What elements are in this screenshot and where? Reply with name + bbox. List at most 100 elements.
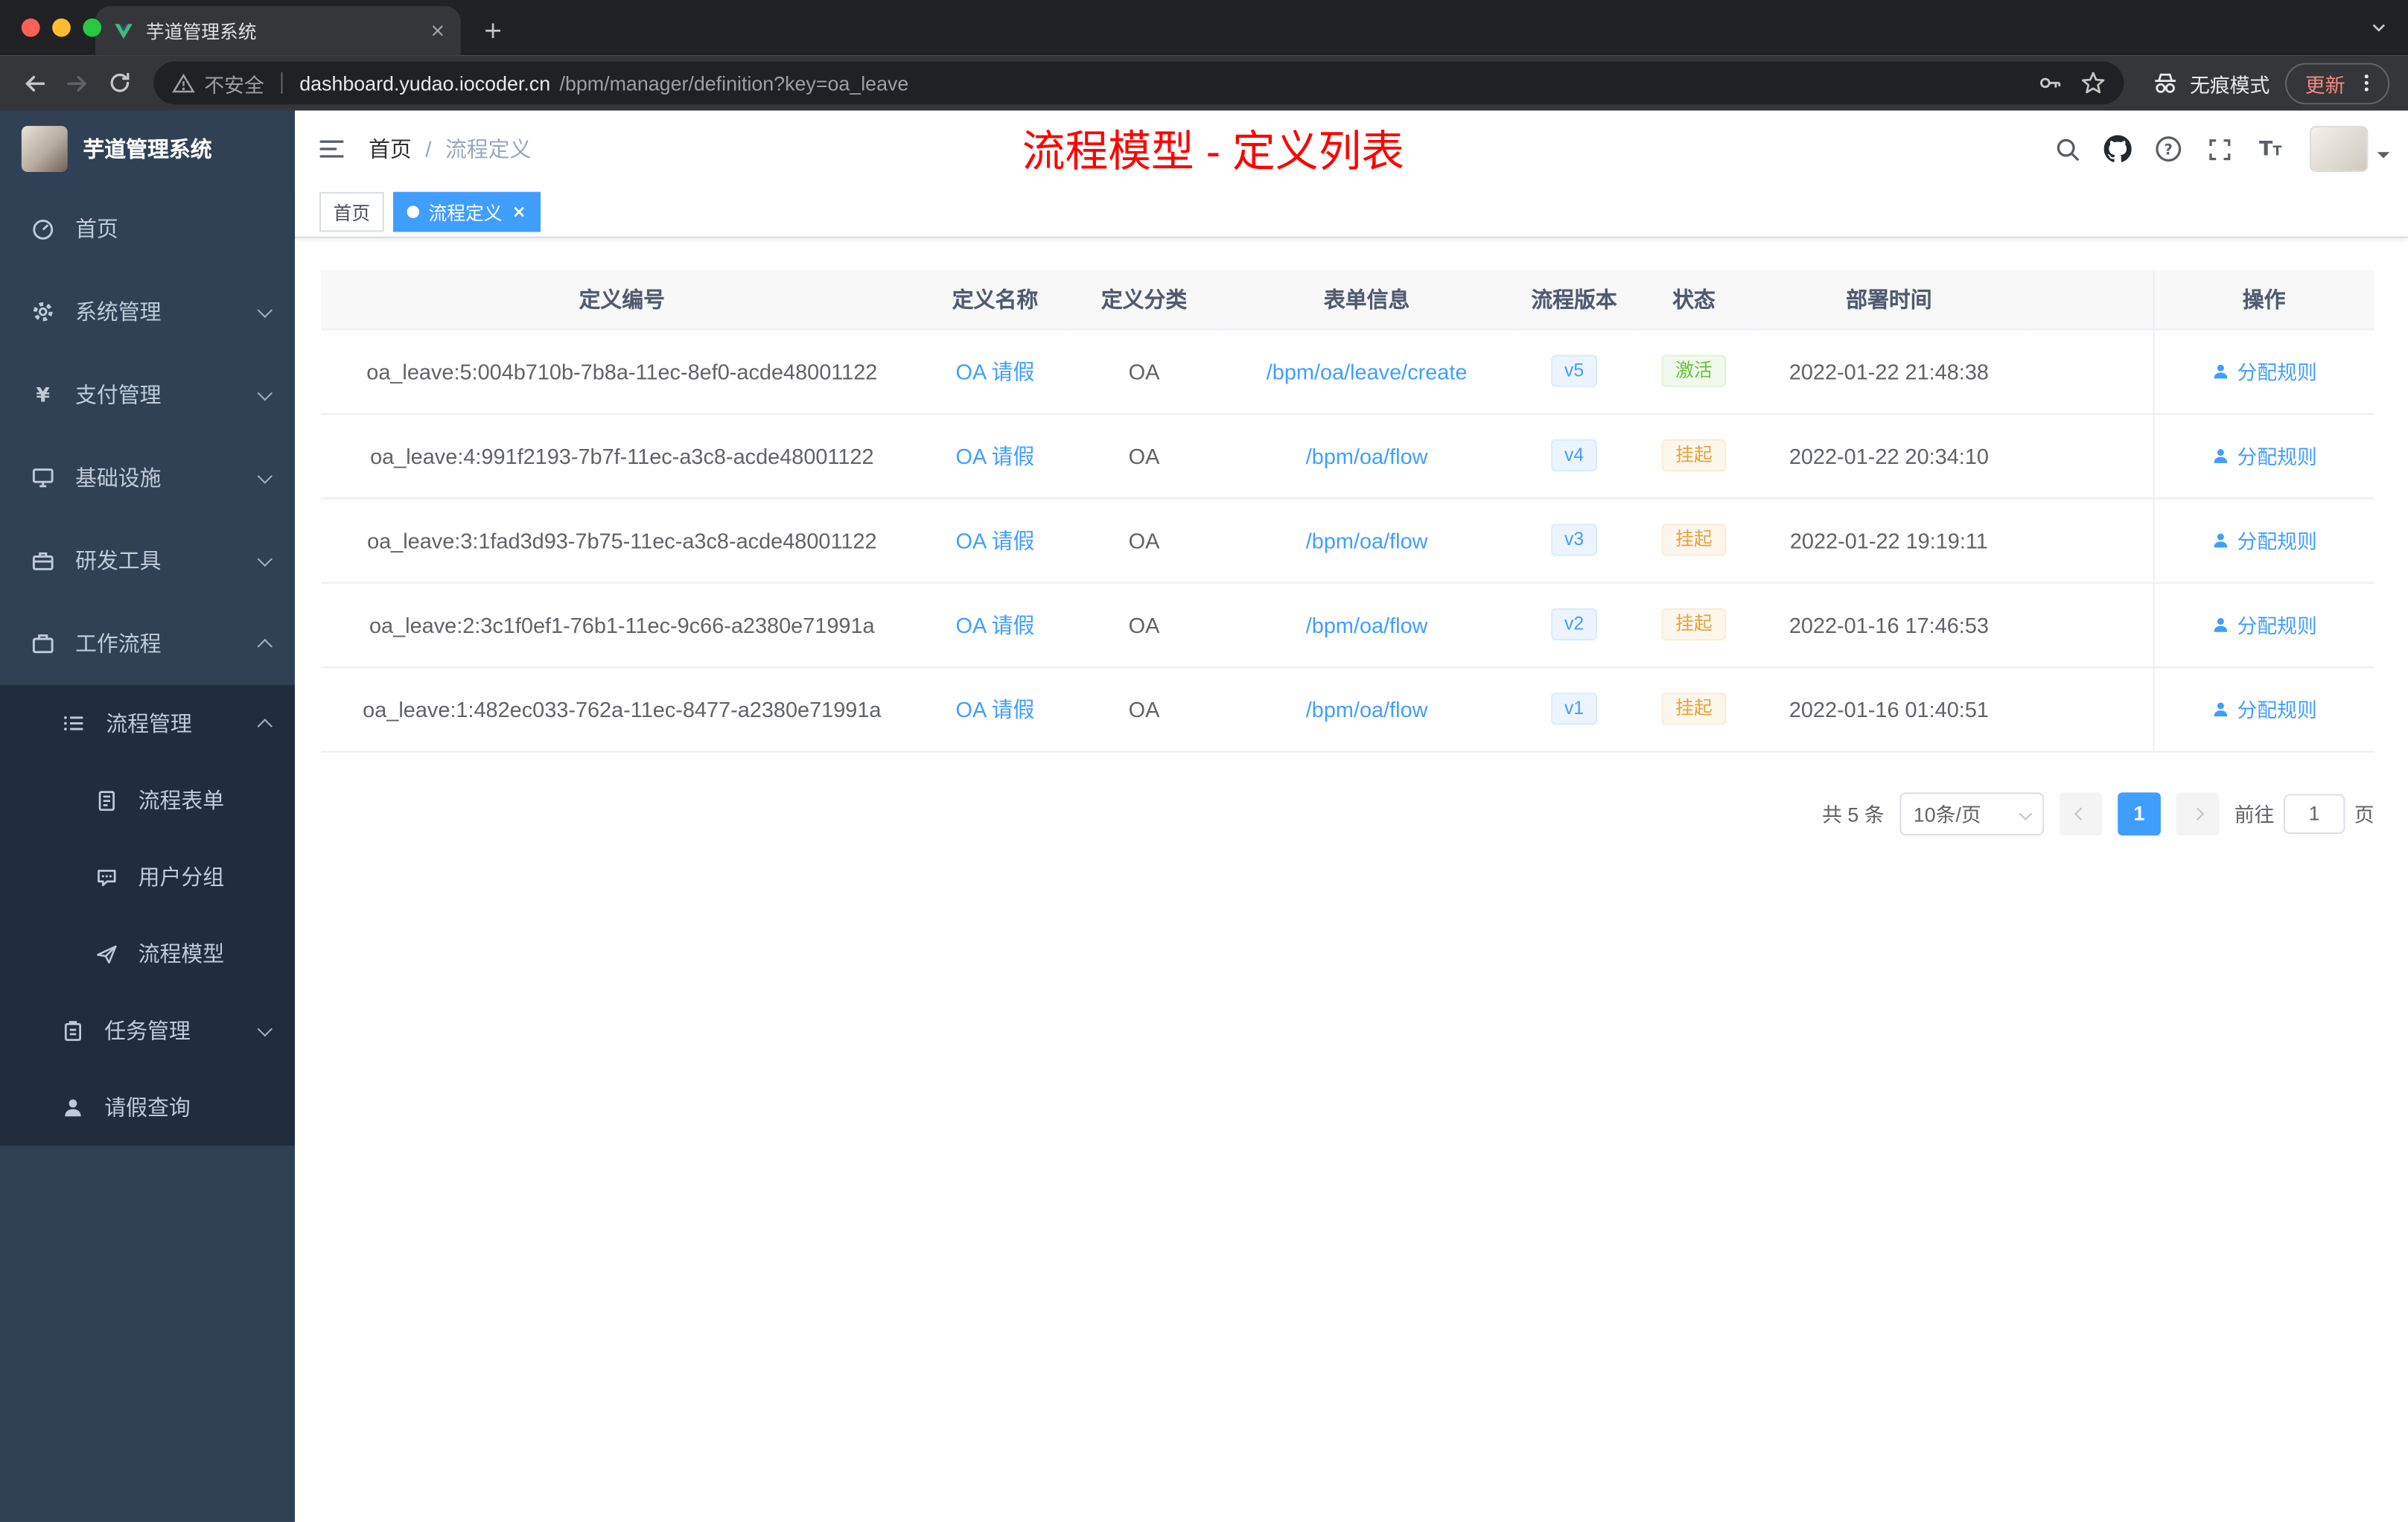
status-badge: 挂起 [1661, 439, 1727, 472]
cell-category: OA [1067, 328, 1221, 414]
cell-version: v5 [1512, 328, 1636, 414]
definition-name-link[interactable]: OA 请假 [956, 696, 1035, 721]
sidebar-item-system[interactable]: 系统管理 [0, 270, 295, 353]
definition-name-link[interactable]: OA 请假 [956, 612, 1035, 637]
sidebar-item-leave-query[interactable]: 请假查询 [0, 1069, 295, 1146]
breadcrumb-home[interactable]: 首页 [369, 133, 412, 164]
cell-version: v2 [1512, 582, 1636, 668]
forward-button[interactable] [55, 62, 98, 105]
tag-close-icon[interactable] [512, 204, 527, 220]
window-zoom-button[interactable] [83, 18, 102, 37]
cell-status: 挂起 [1635, 497, 1753, 583]
sidebar-logo[interactable]: 芋道管理系统 [0, 111, 295, 188]
cell-deploy-time: 2022-01-22 21:48:38 [1752, 328, 2026, 414]
security-warning-icon[interactable] [172, 71, 195, 95]
definition-name-link[interactable]: OA 请假 [956, 527, 1035, 552]
sidebar-item-process-form[interactable]: 流程表单 [0, 762, 295, 838]
cell-filler [2025, 582, 2153, 668]
assign-rule-button[interactable]: 分配规则 [2211, 610, 2317, 639]
cell-definition-id: oa_leave:2:3c1f0ef1-76b1-11ec-9c66-a2380… [321, 582, 923, 668]
user-group-icon [95, 865, 118, 888]
definition-name-link[interactable]: OA 请假 [956, 359, 1035, 383]
yen-icon: ¥ [31, 383, 55, 407]
cell-actions: 分配规则 [2152, 497, 2374, 583]
next-page-button[interactable] [2176, 792, 2220, 835]
sidebar-item-user-group[interactable]: 用户分组 [0, 838, 295, 915]
back-button[interactable] [13, 62, 56, 105]
cell-version: v3 [1512, 497, 1636, 583]
password-key-icon[interactable] [2038, 71, 2063, 95]
chevron-down-icon [257, 384, 273, 401]
header-actions: ? TT [2044, 126, 2408, 172]
page-number-button[interactable]: 1 [2118, 792, 2161, 835]
browser-tab-strip: 芋道管理系统 [0, 0, 2408, 56]
cell-status: 挂起 [1635, 413, 1753, 499]
sidebar-item-payment[interactable]: ¥ 支付管理 [0, 353, 295, 436]
page-size-select[interactable]: 10条/页 [1899, 792, 2045, 835]
assign-rule-button[interactable]: 分配规则 [2211, 694, 2317, 723]
sidebar-item-task-management[interactable]: 任务管理 [0, 992, 295, 1069]
sidebar-item-label: 工作流程 [75, 631, 162, 656]
window-close-button[interactable] [21, 18, 40, 37]
assign-rule-button[interactable]: 分配规则 [2211, 525, 2317, 554]
tab-search-icon[interactable] [2368, 17, 2389, 39]
tab-title: 芋道管理系统 [145, 20, 257, 42]
sidebar-item-home[interactable]: 首页 [0, 188, 295, 270]
reload-button[interactable] [98, 62, 141, 105]
sidebar-item-infrastructure[interactable]: 基础设施 [0, 436, 295, 519]
sidebar-item-devtools[interactable]: 研发工具 [0, 519, 295, 602]
form-link[interactable]: /bpm/oa/leave/create [1267, 359, 1468, 383]
form-link[interactable]: /bpm/oa/flow [1306, 443, 1428, 468]
sidebar-item-label: 首页 [75, 216, 118, 241]
tag-home[interactable]: 首页 [319, 191, 384, 232]
browser-update-button[interactable]: 更新 [2284, 62, 2390, 104]
definition-name-link[interactable]: OA 请假 [956, 443, 1035, 468]
cell-category: OA [1067, 497, 1221, 583]
col-filler [2025, 270, 2153, 330]
bookmark-star-icon[interactable] [2081, 71, 2106, 95]
prev-page-button[interactable] [2059, 792, 2103, 835]
help-icon[interactable]: ? [2145, 126, 2191, 172]
tag-process-definition[interactable]: 流程定义 [393, 191, 541, 232]
font-size-icon[interactable]: TT [2246, 126, 2293, 172]
tag-label: 流程定义 [428, 202, 503, 224]
status-badge: 挂起 [1661, 692, 1727, 725]
url-bar[interactable]: 不安全 dashboard.yudao.iocoder.cn /bpm/mana… [153, 61, 2124, 105]
cell-version: v1 [1512, 666, 1636, 752]
cell-deploy-time: 2022-01-22 20:34:10 [1752, 413, 2026, 499]
tab-close-icon[interactable] [427, 20, 448, 42]
sidebar-collapse-button[interactable] [295, 111, 369, 188]
process-list-icon [62, 711, 86, 736]
cell-category: OA [1067, 666, 1221, 752]
version-tag: v1 [1550, 692, 1598, 725]
url-divider [281, 71, 283, 94]
search-icon[interactable] [2044, 126, 2090, 172]
assign-rule-button[interactable]: 分配规则 [2211, 357, 2317, 386]
new-tab-button[interactable] [473, 10, 513, 51]
github-icon[interactable] [2095, 126, 2141, 172]
table-header-row: 定义编号 定义名称 定义分类 表单信息 流程版本 状态 部署时间 操作 [321, 270, 2374, 330]
form-link[interactable]: /bpm/oa/flow [1306, 612, 1428, 637]
app-logo-image [21, 126, 68, 172]
main-panel: 首页 / 流程定义 流程模型 - 定义列表 ? TT 首页 流程定义 定义编号 … [295, 110, 2408, 1522]
fullscreen-icon[interactable] [2196, 126, 2242, 172]
sidebar-submenu-workflow: 流程管理 流程表单 用户分组 流程模型 任务管理 请假查询 [0, 684, 295, 1146]
sidebar-item-workflow[interactable]: 工作流程 [0, 602, 295, 685]
url-host: dashboard.yudao.iocoder.cn [299, 71, 551, 95]
form-link[interactable]: /bpm/oa/flow [1306, 696, 1428, 721]
status-badge: 挂起 [1661, 523, 1727, 556]
goto-page-input[interactable] [2283, 793, 2345, 833]
avatar-caret-icon[interactable] [2377, 152, 2390, 165]
browser-tab[interactable]: 芋道管理系统 [95, 6, 461, 56]
assign-rule-button[interactable]: 分配规则 [2211, 441, 2317, 470]
cell-category: OA [1067, 582, 1221, 668]
window-minimize-button[interactable] [52, 18, 71, 37]
browser-menu-icon[interactable] [2356, 72, 2377, 94]
breadcrumb-current: 流程定义 [445, 136, 532, 162]
user-avatar[interactable] [2310, 126, 2369, 172]
table-row: oa_leave:2:3c1f0ef1-76b1-11ec-9c66-a2380… [321, 582, 2374, 668]
status-badge: 激活 [1661, 354, 1727, 387]
form-link[interactable]: /bpm/oa/flow [1306, 527, 1428, 552]
sidebar-item-process-management[interactable]: 流程管理 [0, 685, 295, 762]
sidebar-item-process-model[interactable]: 流程模型 [0, 915, 295, 992]
